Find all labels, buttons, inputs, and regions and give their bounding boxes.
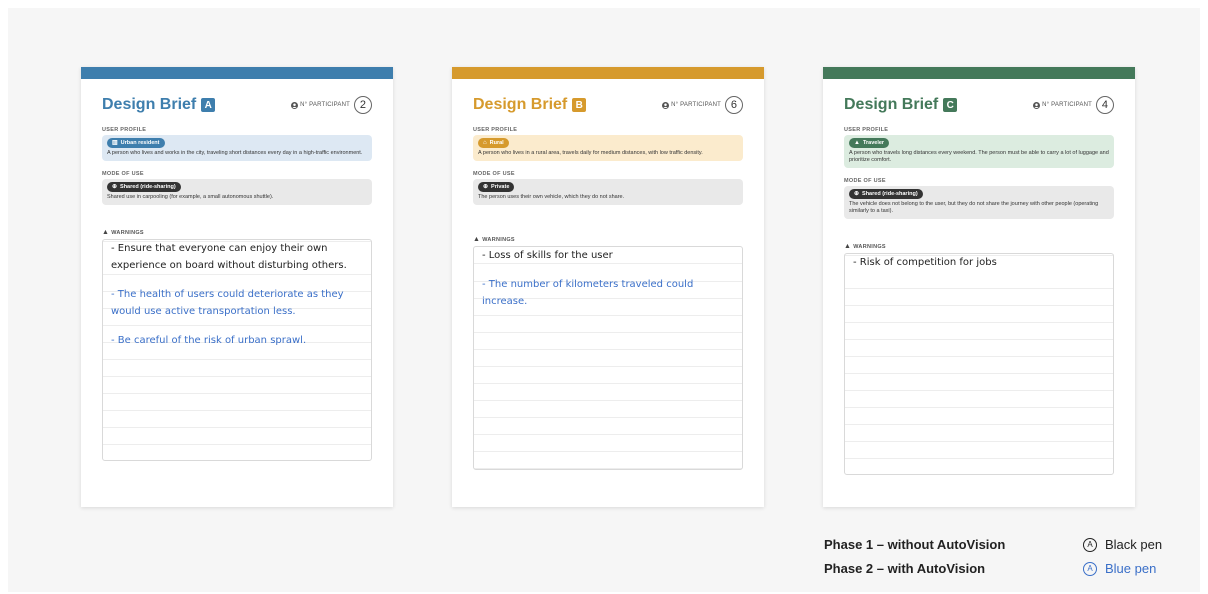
participant-indicator: N° PARTICIPANT 2	[291, 96, 372, 114]
mode-tag: ⊕ Private	[478, 182, 515, 192]
mode-tag: ⊕ Shared (ride-sharing)	[107, 182, 181, 192]
warning-note: - Risk of competition for jobs	[853, 257, 997, 268]
card-color-bar	[81, 67, 393, 79]
pen-tip-icon: A	[1083, 537, 1097, 552]
steering-wheel-icon: ⊕	[112, 183, 118, 190]
profile-tag-label: Rural	[489, 139, 504, 146]
card-letter-badge: B	[572, 98, 587, 112]
card-title-text: Design Brief	[473, 96, 568, 113]
person-icon	[662, 101, 670, 109]
warning-note: - The health of users could deteriorate …	[111, 289, 344, 317]
participant-indicator: N° PARTICIPANT 6	[662, 96, 743, 114]
warning-note: - Ensure that everyone can enjoy their o…	[111, 243, 347, 271]
user-profile-label: USER PROFILE	[473, 127, 518, 133]
user-profile-label: USER PROFILE	[102, 127, 147, 133]
mode-tag-label: Shared (ride-sharing)	[862, 190, 918, 197]
card-color-bar	[823, 67, 1135, 79]
participant-label: N° PARTICIPANT	[300, 102, 350, 108]
profile-tag: ▲ Traveler	[849, 138, 890, 148]
mode-description: Shared use in carpooling (for example, a…	[107, 194, 274, 200]
black-pen-label: Black pen	[1105, 537, 1163, 552]
warnings-writing-area: - Ensure that everyone can enjoy their o…	[102, 239, 372, 461]
warnings-label: ▲ WARNINGS	[844, 243, 1114, 250]
mode-of-use-box: ⊕ Shared (ride-sharing) Shared use in ca…	[102, 179, 372, 205]
card-letter-badge: A	[201, 98, 216, 112]
card-title: Design Brief C	[844, 96, 958, 114]
building-icon: ▥	[112, 139, 118, 146]
user-profile-label: USER PROFILE	[844, 127, 889, 133]
mode-of-use-box: ⊕ Shared (ride-sharing) The vehicle does…	[844, 186, 1114, 219]
steering-wheel-icon: ⊕	[854, 190, 860, 197]
design-brief-card-c: Design Brief C N° PARTICIPANT 4 USER PRO…	[823, 67, 1135, 507]
phase2-label: Phase 2 – with AutoVision	[824, 561, 986, 576]
design-brief-card-b: Design Brief B N° PARTICIPANT 6 USER PRO…	[452, 67, 764, 507]
participant-number: 4	[1096, 96, 1114, 114]
mode-tag-label: Private	[491, 183, 510, 190]
pen-legend: Phase 1 – without AutoVision A Black pen…	[816, 531, 1196, 581]
mode-of-use-box: ⊕ Private The person uses their own vehi…	[473, 179, 743, 205]
warnings-writing-area: - Risk of competition for jobs	[844, 253, 1114, 475]
mode-tag-label: Shared (ride-sharing)	[120, 183, 176, 190]
pen-tip-icon: A	[1083, 561, 1097, 576]
person-icon	[1033, 101, 1041, 109]
card-title: Design Brief A	[102, 96, 216, 114]
user-profile-box: ⌂ Rural A person who lives in a rural ar…	[473, 135, 743, 161]
person-icon	[291, 101, 299, 109]
warnings-label-text: WARNINGS	[482, 236, 515, 243]
warnings-label-text: WARNINGS	[111, 229, 144, 236]
profile-description: A person who travels long distances ever…	[849, 150, 1109, 163]
user-profile-box: ▥ Urban resident A person who lives and …	[102, 135, 372, 161]
legend-row-phase1: Phase 1 – without AutoVision	[824, 537, 1005, 552]
mountain-icon: ▲	[854, 139, 860, 146]
mode-of-use-label: MODE OF USE	[473, 171, 515, 177]
participant-indicator: N° PARTICIPANT 4	[1033, 96, 1114, 114]
mode-of-use-label: MODE OF USE	[102, 171, 144, 177]
mode-description: The vehicle does not belong to the user,…	[849, 201, 1099, 214]
user-profile-box: ▲ Traveler A person who travels long dis…	[844, 135, 1114, 168]
card-header: Design Brief A N° PARTICIPANT 2	[102, 93, 372, 117]
warning-note: - Loss of skills for the user	[482, 250, 613, 261]
profile-description: A person who lives in a rural area, trav…	[478, 150, 703, 156]
card-title-text: Design Brief	[844, 96, 939, 113]
profile-tag-label: Traveler	[862, 139, 885, 146]
mode-description: The person uses their own vehicle, which…	[478, 194, 625, 200]
house-icon: ⌂	[483, 139, 487, 146]
participant-number: 6	[725, 96, 743, 114]
warning-icon: ▲	[473, 236, 481, 243]
card-color-bar	[452, 67, 764, 79]
legend-blue-pen: A Blue pen	[1083, 561, 1156, 576]
card-title-text: Design Brief	[102, 96, 197, 113]
card-title: Design Brief B	[473, 96, 587, 114]
warning-icon: ▲	[844, 243, 852, 250]
warnings-label: ▲ WARNINGS	[473, 236, 743, 243]
card-header: Design Brief B N° PARTICIPANT 6	[473, 93, 743, 117]
participant-number: 2	[354, 96, 372, 114]
design-brief-card-a: Design Brief A N° PARTICIPANT 2 USER PRO…	[81, 67, 393, 507]
warning-note: - Be careful of the risk of urban sprawl…	[111, 335, 307, 346]
warnings-writing-area: - Loss of skills for the user - The numb…	[473, 246, 743, 470]
phase1-label: Phase 1 – without AutoVision	[824, 537, 1006, 552]
legend-black-pen: A Black pen	[1083, 537, 1162, 552]
participant-label: N° PARTICIPANT	[671, 102, 721, 108]
card-letter-badge: C	[943, 98, 958, 112]
warnings-label: ▲ WARNINGS	[102, 229, 372, 236]
steering-wheel-icon: ⊕	[483, 183, 489, 190]
profile-tag: ▥ Urban resident	[107, 138, 165, 148]
warnings-label-text: WARNINGS	[853, 243, 886, 250]
mode-of-use-label: MODE OF USE	[844, 178, 886, 184]
legend-row-phase2: Phase 2 – with AutoVision	[824, 561, 985, 576]
blue-pen-label: Blue pen	[1105, 561, 1157, 576]
warning-note: - The number of kilometers traveled coul…	[482, 279, 694, 307]
card-header: Design Brief C N° PARTICIPANT 4	[844, 93, 1114, 117]
warning-icon: ▲	[102, 229, 110, 236]
participant-label: N° PARTICIPANT	[1042, 102, 1092, 108]
profile-tag: ⌂ Rural	[478, 138, 509, 148]
mode-tag: ⊕ Shared (ride-sharing)	[849, 189, 923, 199]
profile-description: A person who lives and works in the city…	[107, 150, 363, 156]
profile-tag-label: Urban resident	[120, 139, 160, 146]
